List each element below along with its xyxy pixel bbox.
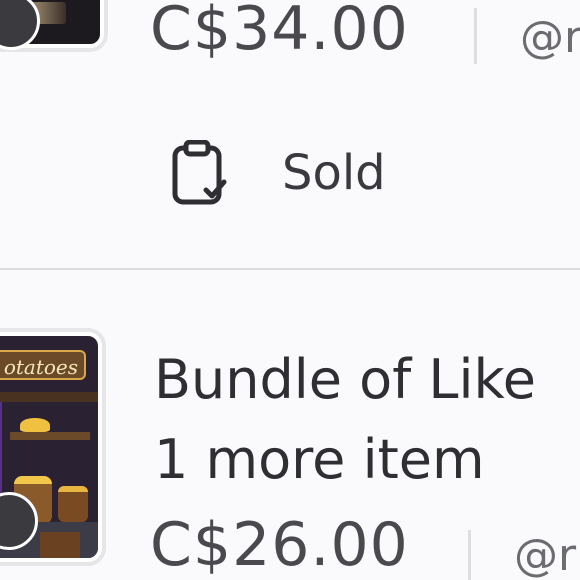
listing-status: Sold: [170, 138, 386, 208]
listing-item[interactable]: C$34.00 @r Sold: [0, 0, 580, 268]
seller-handle[interactable]: @r: [520, 12, 580, 63]
listing-subtitle: 1 more item: [154, 428, 485, 491]
seller-handle[interactable]: @r: [514, 530, 576, 580]
price-seller-divider: [468, 530, 471, 580]
thumbnail-art: [40, 532, 80, 558]
listings-screen: C$34.00 @r Sold otatoes Bundle of Like 1…: [0, 0, 580, 580]
thumbnail-art: [20, 418, 50, 432]
thumbnail-art: [0, 392, 98, 402]
thumbnail-art: [58, 486, 88, 522]
thumbnail-art: [10, 432, 90, 440]
price-seller-divider: [474, 8, 477, 64]
status-label: Sold: [282, 145, 386, 201]
listing-price: C$34.00: [150, 0, 409, 64]
clipboard-check-icon: [172, 140, 227, 205]
listing-title[interactable]: Bundle of Like: [154, 340, 536, 420]
listing-price: C$26.00: [150, 510, 409, 580]
thumbnail-sign: otatoes: [0, 350, 86, 380]
